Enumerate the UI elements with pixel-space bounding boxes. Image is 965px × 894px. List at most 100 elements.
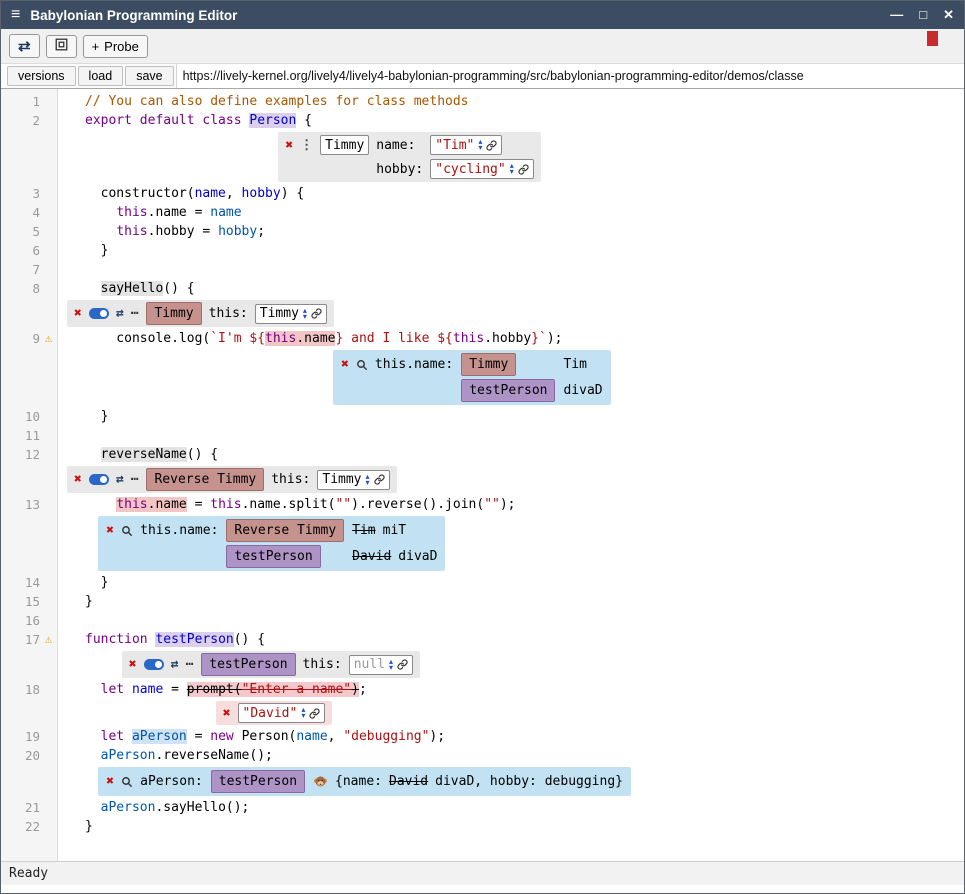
code-token: this (453, 331, 484, 346)
example-badge[interactable]: testPerson (226, 545, 320, 568)
example-badge[interactable]: Reverse Timmy (226, 519, 344, 542)
widget-holder: ✖this.name:Reverse TimmyTim miTtestPerso… (90, 516, 445, 571)
line-number[interactable]: 21 (25, 798, 40, 817)
line-number[interactable]: 14 (25, 573, 40, 592)
line-gutter (1, 765, 59, 784)
link-icon[interactable] (518, 164, 529, 175)
spinner-icon[interactable]: ▴▾ (510, 163, 514, 175)
link-icon[interactable] (309, 708, 320, 719)
line-number[interactable]: 12 (25, 445, 40, 464)
code-text: function testPerson() { (59, 630, 265, 649)
link-icon[interactable] (374, 474, 385, 485)
frame-button[interactable] (46, 35, 77, 58)
value-input[interactable]: "Tim"▴▾ (430, 135, 502, 155)
search-icon[interactable] (121, 776, 133, 788)
example-badge[interactable]: testPerson (461, 379, 555, 402)
line-number[interactable]: 8 (32, 279, 40, 298)
close-button[interactable]: ✕ (943, 7, 954, 23)
probe-label: this.name: (375, 355, 453, 374)
menu-icon[interactable]: ≡ (11, 6, 20, 24)
search-icon[interactable] (121, 525, 133, 537)
line-number[interactable]: 17 (25, 630, 40, 649)
line-number[interactable]: 7 (32, 260, 40, 279)
probe-widget: ✖aPerson:testPerson{name: David divaD, h… (98, 767, 631, 796)
line-number[interactable]: 13 (25, 495, 40, 514)
value-input[interactable]: Timmy▴▾ (317, 470, 389, 490)
line-number[interactable]: 6 (32, 241, 40, 260)
line-number[interactable]: 4 (32, 203, 40, 222)
line-number[interactable]: 20 (25, 746, 40, 765)
spinner-icon[interactable]: ▴▾ (366, 474, 370, 486)
close-icon[interactable]: ✖ (106, 772, 114, 791)
line-number[interactable]: 1 (32, 92, 40, 111)
spinner-icon[interactable]: ▴▾ (303, 308, 307, 320)
maximize-button[interactable]: □ (919, 7, 927, 23)
line-number[interactable]: 18 (25, 680, 40, 699)
versions-button[interactable]: versions (7, 66, 76, 86)
close-icon[interactable]: ✖ (74, 470, 82, 489)
search-icon[interactable] (356, 359, 368, 371)
spinner-icon[interactable]: ▴▾ (389, 659, 393, 671)
example-badge[interactable]: Timmy (461, 353, 516, 376)
close-icon[interactable]: ✖ (341, 355, 349, 374)
example-name-input[interactable]: Timmy (320, 135, 369, 155)
load-button[interactable]: load (78, 66, 124, 86)
example-badge[interactable]: Reverse Timmy (146, 468, 264, 491)
probe-label: aPerson: (140, 772, 203, 791)
line-number[interactable]: 2 (32, 111, 40, 130)
example-badge[interactable]: Timmy (146, 302, 201, 325)
probe-controls: ✖ aPerson: (106, 772, 202, 791)
swap-icon[interactable]: ⇄ (116, 470, 124, 489)
code-editor[interactable]: 1// You can also define examples for cla… (1, 89, 964, 861)
swap-icon[interactable]: ⇄ (171, 655, 179, 674)
close-icon[interactable]: ✖ (223, 704, 231, 723)
warning-icon[interactable]: ⚠ (41, 329, 56, 348)
code-text: } (59, 241, 108, 260)
close-icon[interactable]: ✖ (129, 655, 137, 674)
more-icon[interactable]: ⋯ (131, 470, 140, 489)
url-input[interactable] (176, 64, 964, 88)
code-token: export default class (85, 113, 249, 128)
spinner-icon[interactable]: ▴▾ (478, 139, 482, 151)
link-icon[interactable] (486, 140, 497, 151)
add-probe-button[interactable]: + Probe (83, 35, 148, 58)
value-input[interactable]: "David"▴▾ (238, 703, 326, 723)
toggle-icon[interactable] (89, 308, 109, 319)
spinner-icon[interactable]: ▴▾ (301, 707, 305, 719)
close-icon[interactable]: ✖ (106, 521, 114, 540)
line-number[interactable]: 5 (32, 222, 40, 241)
swap-source-button[interactable]: ⇄ (9, 34, 40, 58)
more-icon[interactable]: ⋯ (131, 304, 140, 323)
swap-icon[interactable]: ⇄ (116, 304, 124, 323)
line-number[interactable]: 9 (32, 329, 40, 348)
toggle-icon[interactable] (144, 659, 164, 670)
warning-icon[interactable]: ⚠ (41, 630, 56, 649)
example-badge[interactable]: testPerson (201, 653, 295, 676)
value-input[interactable]: Timmy▴▾ (255, 304, 327, 324)
widget-holder: ✖ "David"▴▾ (208, 701, 333, 725)
link-icon[interactable] (397, 659, 408, 670)
value-input[interactable]: null▴▾ (349, 655, 413, 675)
line-number[interactable]: 3 (32, 184, 40, 203)
save-button[interactable]: save (125, 66, 173, 86)
example-badge[interactable]: testPerson (211, 770, 305, 793)
widget-holder: ✖⇄⋯testPersonthis:null▴▾ (114, 651, 420, 678)
more-icon[interactable]: ⋯ (185, 655, 194, 674)
toggle-icon[interactable] (89, 474, 109, 485)
value-input[interactable]: "cycling"▴▾ (430, 159, 533, 179)
line-number[interactable]: 16 (25, 611, 40, 630)
close-icon[interactable]: ✖ (74, 304, 82, 323)
minimize-button[interactable]: — (890, 7, 903, 23)
probe-controls: ✖this.name: (106, 521, 218, 540)
close-icon[interactable]: ✖ (285, 136, 293, 155)
line-number[interactable]: 11 (25, 426, 40, 445)
link-icon[interactable] (311, 308, 322, 319)
line-number[interactable]: 19 (25, 727, 40, 746)
code-line: 3 constructor(name, hobby) { (1, 184, 964, 203)
line-number[interactable]: 22 (25, 817, 40, 836)
line-number[interactable]: 10 (25, 407, 40, 426)
line-number[interactable]: 15 (25, 592, 40, 611)
drag-handle-icon[interactable]: ⋮ (300, 136, 313, 155)
code-token: let (101, 682, 132, 697)
widget-line: ✖⇄⋯testPersonthis:null▴▾ (1, 649, 964, 680)
